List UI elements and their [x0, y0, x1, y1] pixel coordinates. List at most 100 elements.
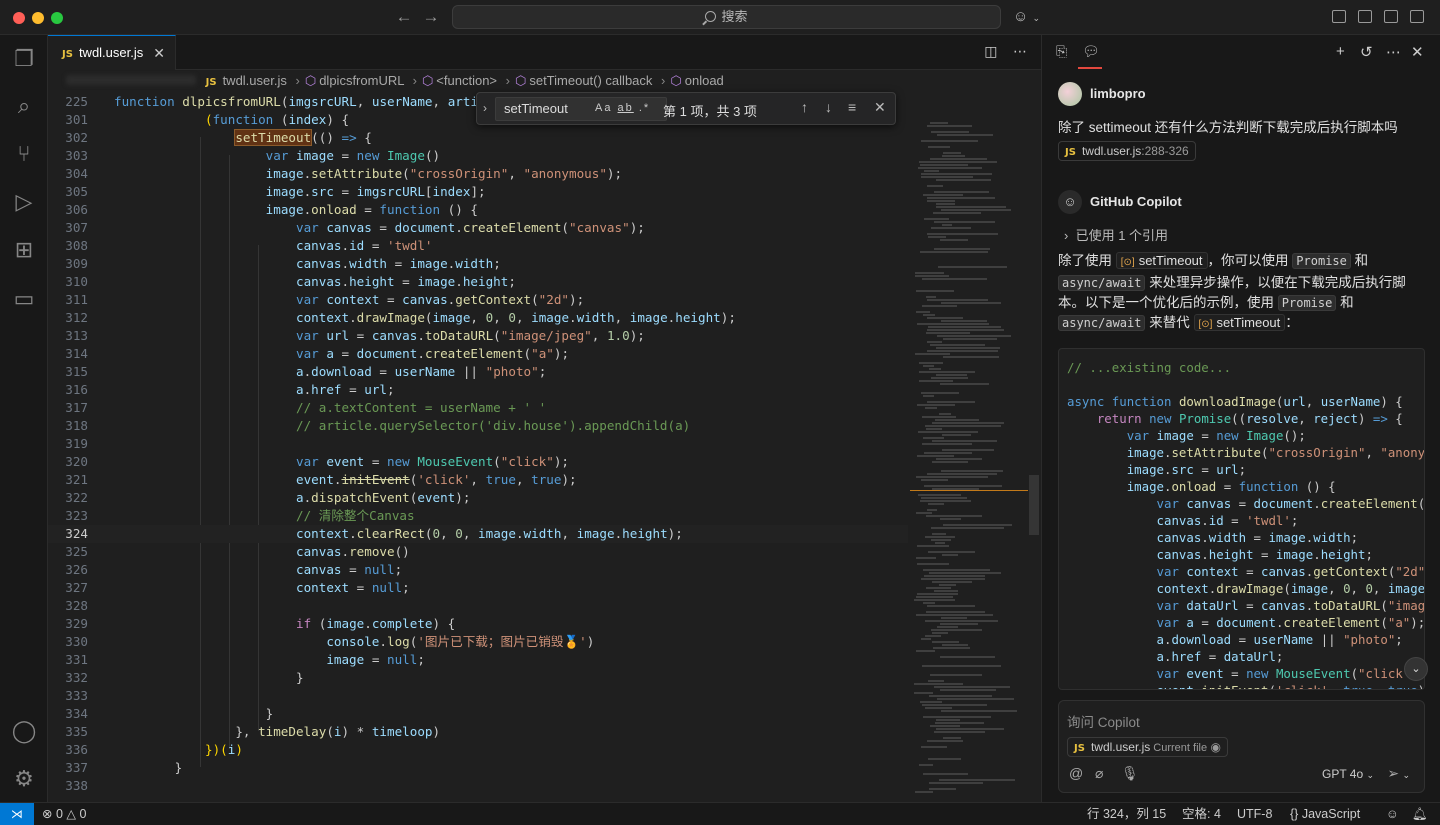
chevron-right-icon[interactable]: ›: [483, 101, 487, 115]
copilot-status-icon[interactable]: ☺︎: [1386, 803, 1399, 825]
command-center-search[interactable]: 搜索: [452, 5, 1001, 29]
code-line[interactable]: 312 context.drawImage(image, 0, 0, image…: [48, 309, 908, 327]
minimize-window-button[interactable]: [32, 12, 44, 24]
zoom-window-button[interactable]: [51, 12, 63, 24]
code-line[interactable]: 328: [48, 597, 908, 615]
eye-icon[interactable]: ◉: [1210, 740, 1220, 754]
code-line[interactable]: 306 image.onload = function () {: [48, 201, 908, 219]
code-line[interactable]: 338: [48, 777, 908, 795]
language-mode[interactable]: {} JavaScript: [1290, 803, 1360, 825]
code-line[interactable]: 308 canvas.id = 'twdl': [48, 237, 908, 255]
arrow-right-icon[interactable]: →: [421, 7, 441, 27]
remote-explorer-icon[interactable]: ▭: [10, 285, 38, 313]
whole-word-toggle[interactable]: ab: [618, 102, 634, 114]
code-line[interactable]: 329 if (image.complete) {: [48, 615, 908, 633]
split-editor-icon[interactable]: ◫: [984, 43, 997, 59]
new-chat-icon[interactable]: +: [1336, 43, 1345, 60]
chat-icon[interactable]: 💬︎: [1082, 43, 1100, 60]
used-references-toggle[interactable]: › 已使用 1 个引用: [1064, 225, 1168, 244]
code-line[interactable]: 337 }: [48, 759, 908, 777]
code-line[interactable]: 327 context = null;: [48, 579, 908, 597]
model-picker[interactable]: GPT 4o ⌄ ➢ ⌄: [1322, 765, 1410, 782]
scroll-down-icon[interactable]: ⌄: [1404, 657, 1428, 681]
current-file-chip[interactable]: JS twdl.user.js Current file ◉: [1067, 737, 1228, 757]
code-line[interactable]: 334 }: [48, 705, 908, 723]
explorer-icon[interactable]: ❐: [10, 45, 38, 73]
editor-scrollbar[interactable]: [1029, 475, 1039, 535]
code-line[interactable]: 317 // a.textContent = userName + ' ': [48, 399, 908, 417]
code-line[interactable]: 322 a.dispatchEvent(event);: [48, 489, 908, 507]
code-line[interactable]: 311 var context = canvas.getContext("2d"…: [48, 291, 908, 309]
code-line[interactable]: 316 a.href = url;: [48, 381, 908, 399]
arrow-up-icon[interactable]: ↑: [801, 99, 808, 115]
code-line[interactable]: 314 var a = document.createElement("a");: [48, 345, 908, 363]
extensions-icon[interactable]: ⊞: [10, 236, 38, 264]
code-line[interactable]: 307 var canvas = document.createElement(…: [48, 219, 908, 237]
code-line[interactable]: 302 setTimeout(() => {: [48, 129, 908, 147]
code-line[interactable]: 330 console.log('图片已下载；图片已销毁🏅'): [48, 633, 908, 651]
code-line[interactable]: 319: [48, 435, 908, 453]
account-icon[interactable]: ◯: [10, 717, 38, 745]
run-debug-icon[interactable]: ▷: [10, 188, 38, 216]
minimap[interactable]: [910, 92, 1030, 802]
layout-customize-icon[interactable]: [1332, 10, 1346, 23]
attach-icon[interactable]: ⌀: [1095, 765, 1103, 782]
toggle-panel-icon[interactable]: [1384, 10, 1398, 23]
indentation-status[interactable]: 空格: 4: [1182, 803, 1221, 825]
code-line[interactable]: 323 // 清除整个Canvas: [48, 507, 908, 525]
code-block[interactable]: // ...existing code... async function dow…: [1058, 348, 1425, 690]
code-line[interactable]: 320 var event = new MouseEvent("click");: [48, 453, 908, 471]
breadcrumb-item[interactable]: setTimeout() callback: [529, 73, 652, 88]
code-line[interactable]: 335 }, timeDelay(i) * timeloop): [48, 723, 908, 741]
code-line[interactable]: 325 canvas.remove(): [48, 543, 908, 561]
chat-input-box[interactable]: 询问 Copilot JS twdl.user.js Current file ◉ …: [1058, 700, 1425, 793]
code-line[interactable]: 326 canvas = null;: [48, 561, 908, 579]
cursor-position[interactable]: 行 324，列 15: [1087, 803, 1166, 825]
code-line[interactable]: 336 })(i): [48, 741, 908, 759]
close-icon[interactable]: ✕: [153, 36, 165, 70]
breadcrumb-item[interactable]: onload: [685, 73, 724, 88]
match-case-toggle[interactable]: Aa: [595, 102, 612, 114]
send-icon[interactable]: ➢: [1387, 765, 1399, 781]
regex-toggle[interactable]: .*: [639, 102, 650, 114]
encoding-status[interactable]: UTF-8: [1237, 803, 1272, 825]
history-icon[interactable]: ↺: [1360, 43, 1373, 61]
code-editor[interactable]: 225 function dlpicsfromURL(imgsrcURL, use…: [48, 92, 908, 802]
close-window-button[interactable]: [13, 12, 25, 24]
search-icon[interactable]: ⌕: [10, 92, 38, 120]
toggle-primary-sidebar-icon[interactable]: [1358, 10, 1372, 23]
microphone-icon[interactable]: 🎙︎: [1121, 765, 1139, 782]
code-line[interactable]: 331 image = null;: [48, 651, 908, 669]
find-in-selection-icon[interactable]: ≡: [848, 99, 856, 115]
code-line[interactable]: 333: [48, 687, 908, 705]
arrow-down-icon[interactable]: ↓: [825, 99, 832, 115]
symbol-chip[interactable]: [⊙] setTimeout: [1193, 314, 1286, 331]
breadcrumb-item[interactable]: <function>: [436, 73, 497, 88]
breadcrumb-item[interactable]: dlpicsfromURL: [319, 73, 404, 88]
symbol-chip[interactable]: [⊙] setTimeout: [1115, 252, 1208, 269]
code-line[interactable]: 304 image.setAttribute("crossOrigin", "a…: [48, 165, 908, 183]
code-line[interactable]: 315 a.download = userName || "photo";: [48, 363, 908, 381]
remote-indicator-icon[interactable]: ⋊: [0, 803, 34, 825]
mention-icon[interactable]: @: [1069, 765, 1083, 781]
notifications-icon[interactable]: 🔔︎: [1412, 803, 1428, 825]
problems-status[interactable]: ⊗ 0 △ 0: [42, 803, 86, 825]
code-line[interactable]: 321 event.initEvent('click', true, true)…: [48, 471, 908, 489]
source-control-icon[interactable]: ⑂: [10, 140, 38, 168]
breadcrumb-file[interactable]: twdl.user.js: [223, 73, 287, 88]
code-line[interactable]: 310 canvas.height = image.height;: [48, 273, 908, 291]
toggle-secondary-sidebar-icon[interactable]: [1410, 10, 1424, 23]
more-actions-icon[interactable]: ⋯: [1386, 43, 1401, 61]
close-icon[interactable]: ✕: [874, 99, 886, 116]
code-line[interactable]: 313 var url = canvas.toDataURL("image/jp…: [48, 327, 908, 345]
close-icon[interactable]: ✕: [1411, 43, 1424, 61]
code-line[interactable]: 332 }: [48, 669, 908, 687]
reference-chip[interactable]: JS twdl.user.js:288-326: [1058, 141, 1196, 161]
code-line[interactable]: 303 var image = new Image(): [48, 147, 908, 165]
editor-tab[interactable]: JS twdl.user.js ✕: [48, 35, 176, 70]
settings-icon[interactable]: ⚙: [10, 765, 38, 793]
copilot-edits-icon[interactable]: ⎘: [1056, 43, 1067, 60]
code-line[interactable]: 305 image.src = imgsrcURL[index];: [48, 183, 908, 201]
more-actions-icon[interactable]: ⋯: [1013, 43, 1027, 59]
code-line[interactable]: 324 context.clearRect(0, 0, image.width,…: [48, 525, 908, 543]
